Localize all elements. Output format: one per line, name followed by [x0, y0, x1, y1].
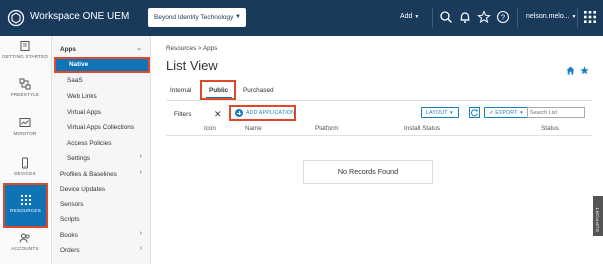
- accounts-icon: [19, 233, 30, 243]
- monitor-icon: [19, 118, 31, 127]
- support-tab[interactable]: SUPPORT: [593, 196, 603, 236]
- tab-purchased[interactable]: Purchased: [243, 87, 274, 94]
- toolbar-divider: [517, 8, 518, 28]
- search-input[interactable]: [527, 107, 585, 118]
- highlight-box: [200, 80, 236, 100]
- nav-label: ACCOUNTS: [11, 246, 39, 251]
- add-menu-button[interactable]: Add ▼: [400, 13, 419, 20]
- chevron-down-icon: ▼: [414, 14, 420, 20]
- column-header-icon[interactable]: Icon: [204, 125, 216, 132]
- primary-nav-rail: GETTING STARTED FREESTYLE MONITOR DEVICE…: [0, 36, 52, 264]
- nav-accounts[interactable]: ACCOUNTS: [2, 232, 48, 252]
- nav-label: DEVICES: [14, 171, 36, 176]
- help-icon[interactable]: ?: [496, 10, 510, 24]
- app-launcher-icon[interactable]: [584, 11, 596, 23]
- nav-label: FREESTYLE: [10, 92, 40, 97]
- freestyle-icon: [19, 78, 31, 90]
- chevron-down-icon: ▼: [449, 110, 454, 115]
- app-title: Workspace ONE UEM: [30, 11, 130, 22]
- user-menu-button[interactable]: nelson.melo... ▼: [526, 13, 577, 20]
- search-icon[interactable]: [439, 10, 453, 24]
- add-menu-label: Add: [400, 13, 413, 20]
- subnav-virtual-apps[interactable]: Virtual Apps: [67, 109, 101, 116]
- chevron-down-icon: ▼: [571, 14, 577, 20]
- filters-label[interactable]: Filters: [174, 111, 191, 118]
- toolbar-divider: [432, 8, 433, 28]
- divider: [166, 100, 592, 101]
- subnav-settings[interactable]: Settings: [67, 155, 90, 162]
- plus-icon: [235, 109, 243, 117]
- close-icon[interactable]: ✕: [214, 109, 222, 120]
- subnav-scripts[interactable]: Scripts: [60, 216, 80, 223]
- add-application-button[interactable]: ADD APPLICATION: [229, 105, 296, 121]
- bell-icon[interactable]: [458, 10, 472, 24]
- export-label: EXPORT: [495, 110, 518, 116]
- column-header-name[interactable]: Name: [245, 125, 262, 132]
- layout-button[interactable]: LAYOUT ▼: [421, 107, 459, 118]
- export-button[interactable]: ➚ EXPORT ▼: [484, 107, 529, 118]
- chevron-right-icon[interactable]: ›: [140, 153, 142, 160]
- user-name: nelson.melo...: [526, 13, 570, 20]
- add-application-label: ADD APPLICATION: [246, 110, 296, 116]
- nav-label: GETTING STARTED: [2, 54, 48, 59]
- subnav-native[interactable]: Native: [54, 57, 150, 73]
- column-header-install-status[interactable]: Install Status: [404, 125, 440, 132]
- page-title: List View: [166, 58, 218, 73]
- toolbar-divider: [577, 8, 578, 28]
- nav-freestyle[interactable]: FREESTYLE: [2, 78, 48, 98]
- export-icon: ➚: [489, 110, 494, 116]
- breadcrumb[interactable]: Resources > Apps: [166, 45, 217, 52]
- chevron-down-icon: ▼: [519, 110, 524, 115]
- subnav-virtual-apps-collections[interactable]: Virtual Apps Collections: [67, 124, 134, 131]
- chevron-down-icon: ▼: [235, 14, 241, 20]
- refresh-button[interactable]: [469, 107, 480, 118]
- book-icon: [20, 41, 30, 51]
- chevron-right-icon[interactable]: ›: [140, 169, 142, 176]
- highlight-box: [3, 183, 48, 228]
- nav-monitor[interactable]: MONITOR: [2, 117, 48, 137]
- subnav-native-label: Native: [69, 61, 89, 68]
- nav-label: MONITOR: [13, 131, 37, 136]
- subnav-saas[interactable]: SaaS: [67, 77, 83, 84]
- star-icon[interactable]: [580, 66, 589, 75]
- chevron-down-icon[interactable]: ⌄: [136, 44, 142, 52]
- organization-name: Beyond Identity Technology: [154, 14, 234, 21]
- column-header-platform[interactable]: Platform: [315, 125, 338, 132]
- empty-state-message: No Records Found: [303, 160, 433, 184]
- subnav-device-updates[interactable]: Device Updates: [60, 186, 105, 193]
- subnav-books[interactable]: Books: [60, 232, 78, 239]
- organization-select[interactable]: Beyond Identity Technology ▼: [148, 8, 246, 27]
- nav-devices[interactable]: DEVICES: [2, 157, 48, 177]
- device-icon: [22, 157, 28, 169]
- workspace-one-logo-icon: [7, 9, 25, 27]
- support-label: SUPPORT: [595, 206, 600, 232]
- layout-label: LAYOUT: [426, 110, 448, 116]
- subnav-sensors[interactable]: Sensors: [60, 201, 83, 208]
- top-bar: Workspace ONE UEM Beyond Identity Techno…: [0, 0, 603, 36]
- chevron-right-icon[interactable]: ›: [140, 245, 142, 252]
- chevron-right-icon[interactable]: ›: [140, 230, 142, 237]
- subnav-access-policies[interactable]: Access Policies: [67, 140, 111, 147]
- nav-getting-started[interactable]: GETTING STARTED: [2, 40, 48, 60]
- subnav-orders[interactable]: Orders: [60, 247, 80, 254]
- refresh-icon: [471, 109, 478, 117]
- subnav-apps[interactable]: Apps: [60, 46, 76, 53]
- home-icon[interactable]: [566, 66, 575, 75]
- svg-text:?: ?: [501, 13, 505, 22]
- tab-internal[interactable]: Internal: [170, 87, 191, 94]
- subnav-profiles-baselines[interactable]: Profiles & Baselines: [60, 171, 117, 178]
- column-header-status[interactable]: Status: [541, 125, 559, 132]
- subnav-web-links[interactable]: Web Links: [67, 93, 97, 100]
- divider: [166, 135, 592, 136]
- star-outline-icon[interactable]: [477, 10, 491, 24]
